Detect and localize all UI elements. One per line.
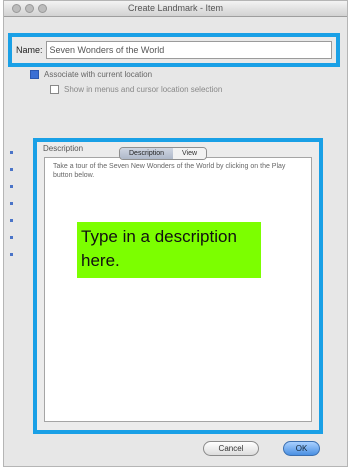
option-2-checkbox[interactable] [50, 85, 59, 94]
ok-button[interactable]: OK [283, 441, 320, 456]
name-row-highlight: Name: [8, 33, 340, 67]
tab-view[interactable]: View [173, 148, 207, 159]
option-row-1[interactable]: Associate with current location [30, 70, 152, 79]
description-textarea[interactable]: Take a tour of the Seven New Wonders of … [44, 157, 312, 422]
description-text: Take a tour of the Seven New Wonders of … [53, 163, 286, 179]
sidebar-edge [10, 151, 14, 281]
close-window-icon[interactable] [12, 4, 21, 13]
option-row-2[interactable]: Show in menus and cursor location select… [50, 85, 222, 94]
option-1-label: Associate with current location [44, 70, 153, 79]
instruction-callout: Type in a description here. [77, 222, 261, 278]
title-bar: Create Landmark - Item [4, 1, 347, 17]
tab-description[interactable]: Description [120, 148, 174, 159]
option-1-checkbox[interactable] [30, 70, 39, 79]
minimize-window-icon[interactable] [25, 4, 34, 13]
zoom-window-icon[interactable] [38, 4, 47, 13]
name-input[interactable] [45, 41, 332, 59]
option-2-label: Show in menus and cursor location select… [64, 85, 223, 94]
tab-bar: Description View [119, 147, 208, 160]
name-label: Name: [16, 45, 43, 55]
description-caption: Description [43, 144, 84, 153]
window-title: Create Landmark - Item [127, 3, 224, 13]
window-controls [12, 4, 47, 13]
cancel-button[interactable]: Cancel [203, 441, 259, 456]
description-panel-highlight: Description Take a tour of the Seven New… [33, 138, 323, 434]
